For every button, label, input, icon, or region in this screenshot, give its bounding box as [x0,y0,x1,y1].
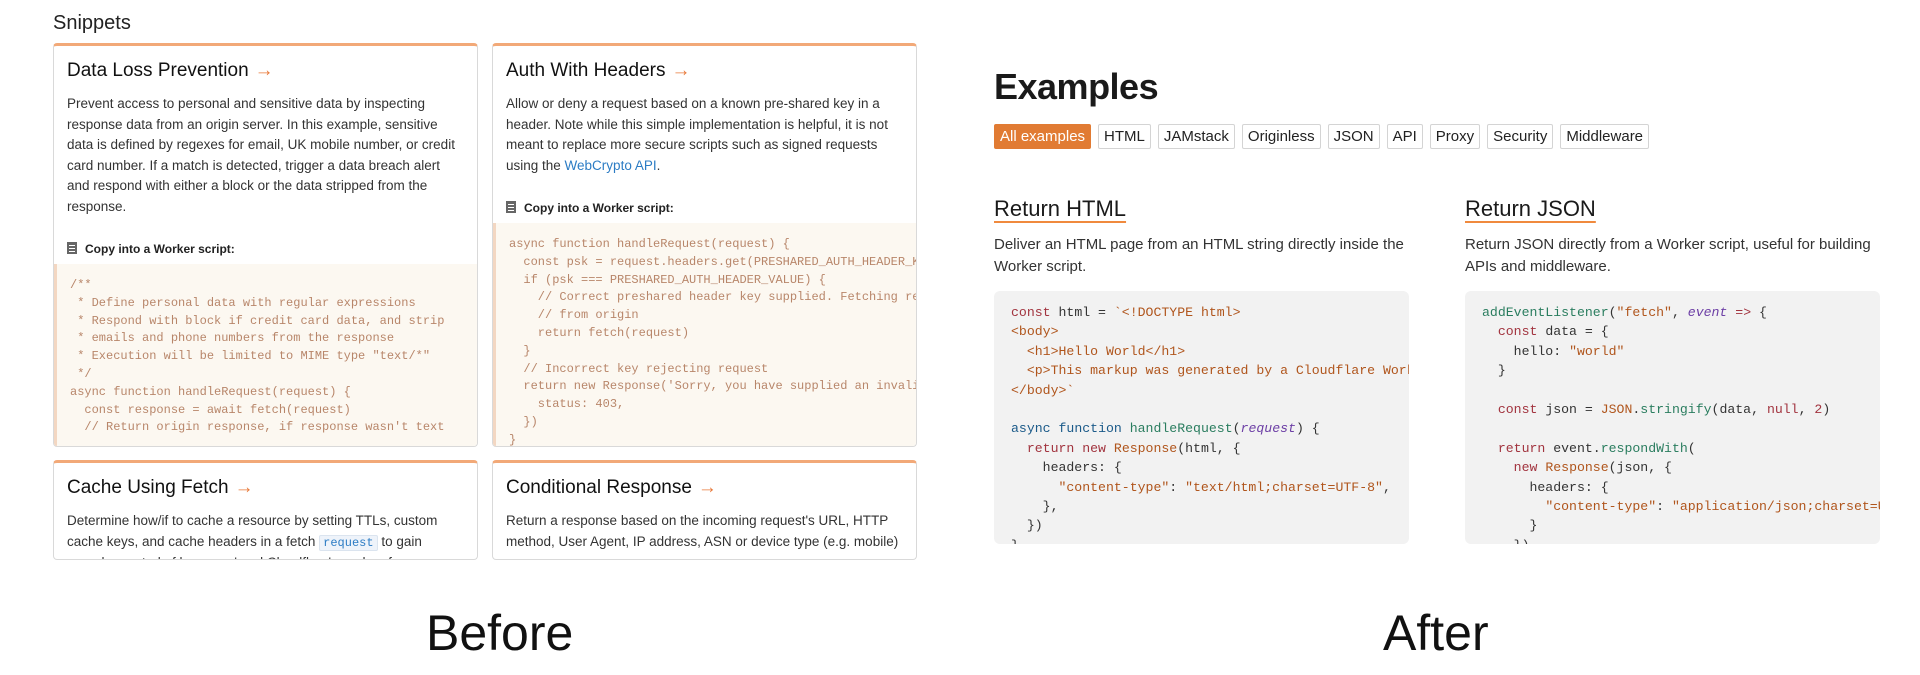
card-title-text[interactable]: Conditional Response [506,477,692,498]
filter-tags: All examples HTML JAMstack Originless JS… [994,124,1650,149]
code-block[interactable]: addEventListener("fetch", event => { con… [1465,291,1880,544]
document-icon [506,201,516,213]
snippet-card-conditional-response[interactable]: Conditional Response → Return a response … [492,460,917,560]
caption-after: After [1383,605,1489,661]
example-return-html: Return HTML Deliver an HTML page from an… [994,196,1409,544]
example-title-link[interactable]: Return JSON [1465,196,1880,222]
filter-json[interactable]: JSON [1327,124,1380,149]
examples-heading: Examples [994,66,1159,107]
card-title-text[interactable]: Auth With Headers [506,60,665,81]
filter-proxy[interactable]: Proxy [1429,124,1481,149]
filter-middleware[interactable]: Middleware [1560,124,1650,149]
copy-label: Copy into a Worker script: [67,242,235,256]
card-title[interactable]: Data Loss Prevention → [67,60,274,82]
after-panel: Examples All examples HTML JAMstack Orig… [960,0,1920,560]
description-text: Allow or deny a request based on a known… [506,96,888,173]
filter-jamstack[interactable]: JAMstack [1157,124,1235,149]
inline-code-request: request [319,534,378,551]
copy-label: Copy into a Worker script: [506,201,674,215]
description-text-end: . [656,157,661,173]
card-description: Allow or deny a request based on a known… [506,94,906,176]
copy-label-text: Copy into a Worker script: [524,201,674,215]
code-block[interactable]: const html = `<!DOCTYPE html> <body> <h1… [994,291,1409,544]
card-title-text[interactable]: Cache Using Fetch [67,477,229,498]
filter-api[interactable]: API [1386,124,1423,149]
copy-label-text: Copy into a Worker script: [85,242,235,256]
filter-originless[interactable]: Originless [1241,124,1321,149]
card-description: Prevent access to personal and sensitive… [67,96,455,214]
snippets-heading: Snippets [53,12,131,34]
document-icon [67,242,77,254]
example-description: Return JSON directly from a Worker scrip… [1465,236,1871,275]
card-title[interactable]: Cache Using Fetch → [67,477,254,499]
snippet-card-auth-with-headers[interactable]: Auth With Headers → Allow or deny a reque… [492,43,917,447]
arrow-right-icon: → [254,60,274,81]
card-description: Determine how/if to cache a resource by … [67,511,462,559]
card-title-text[interactable]: Data Loss Prevention [67,60,249,81]
example-title-link[interactable]: Return HTML [994,196,1409,222]
card-description: Return a response based on the incoming … [506,513,899,549]
card-title[interactable]: Conditional Response → [506,477,717,499]
webcrypto-link[interactable]: WebCrypto API [565,158,657,173]
arrow-right-icon: → [671,60,691,81]
before-panel: Snippets Data Loss Prevention → Prevent a… [0,0,960,560]
filter-html[interactable]: HTML [1098,124,1151,149]
arrow-right-icon: → [697,477,717,498]
example-return-json: Return JSON Return JSON directly from a … [1465,196,1880,544]
filter-all-examples[interactable]: All examples [994,124,1092,149]
example-description: Deliver an HTML page from an HTML string… [994,236,1404,275]
arrow-right-icon: → [234,477,254,498]
code-block[interactable]: /** * Define personal data with regular … [54,264,477,446]
code-block[interactable]: async function handleRequest(request) { … [493,223,916,446]
snippet-card-data-loss-prevention[interactable]: Data Loss Prevention → Prevent access to … [53,43,478,447]
filter-security[interactable]: Security [1487,124,1554,149]
snippet-card-cache-using-fetch[interactable]: Cache Using Fetch → Determine how/if to c… [53,460,478,560]
card-title[interactable]: Auth With Headers → [506,60,690,82]
caption-before: Before [426,605,574,661]
